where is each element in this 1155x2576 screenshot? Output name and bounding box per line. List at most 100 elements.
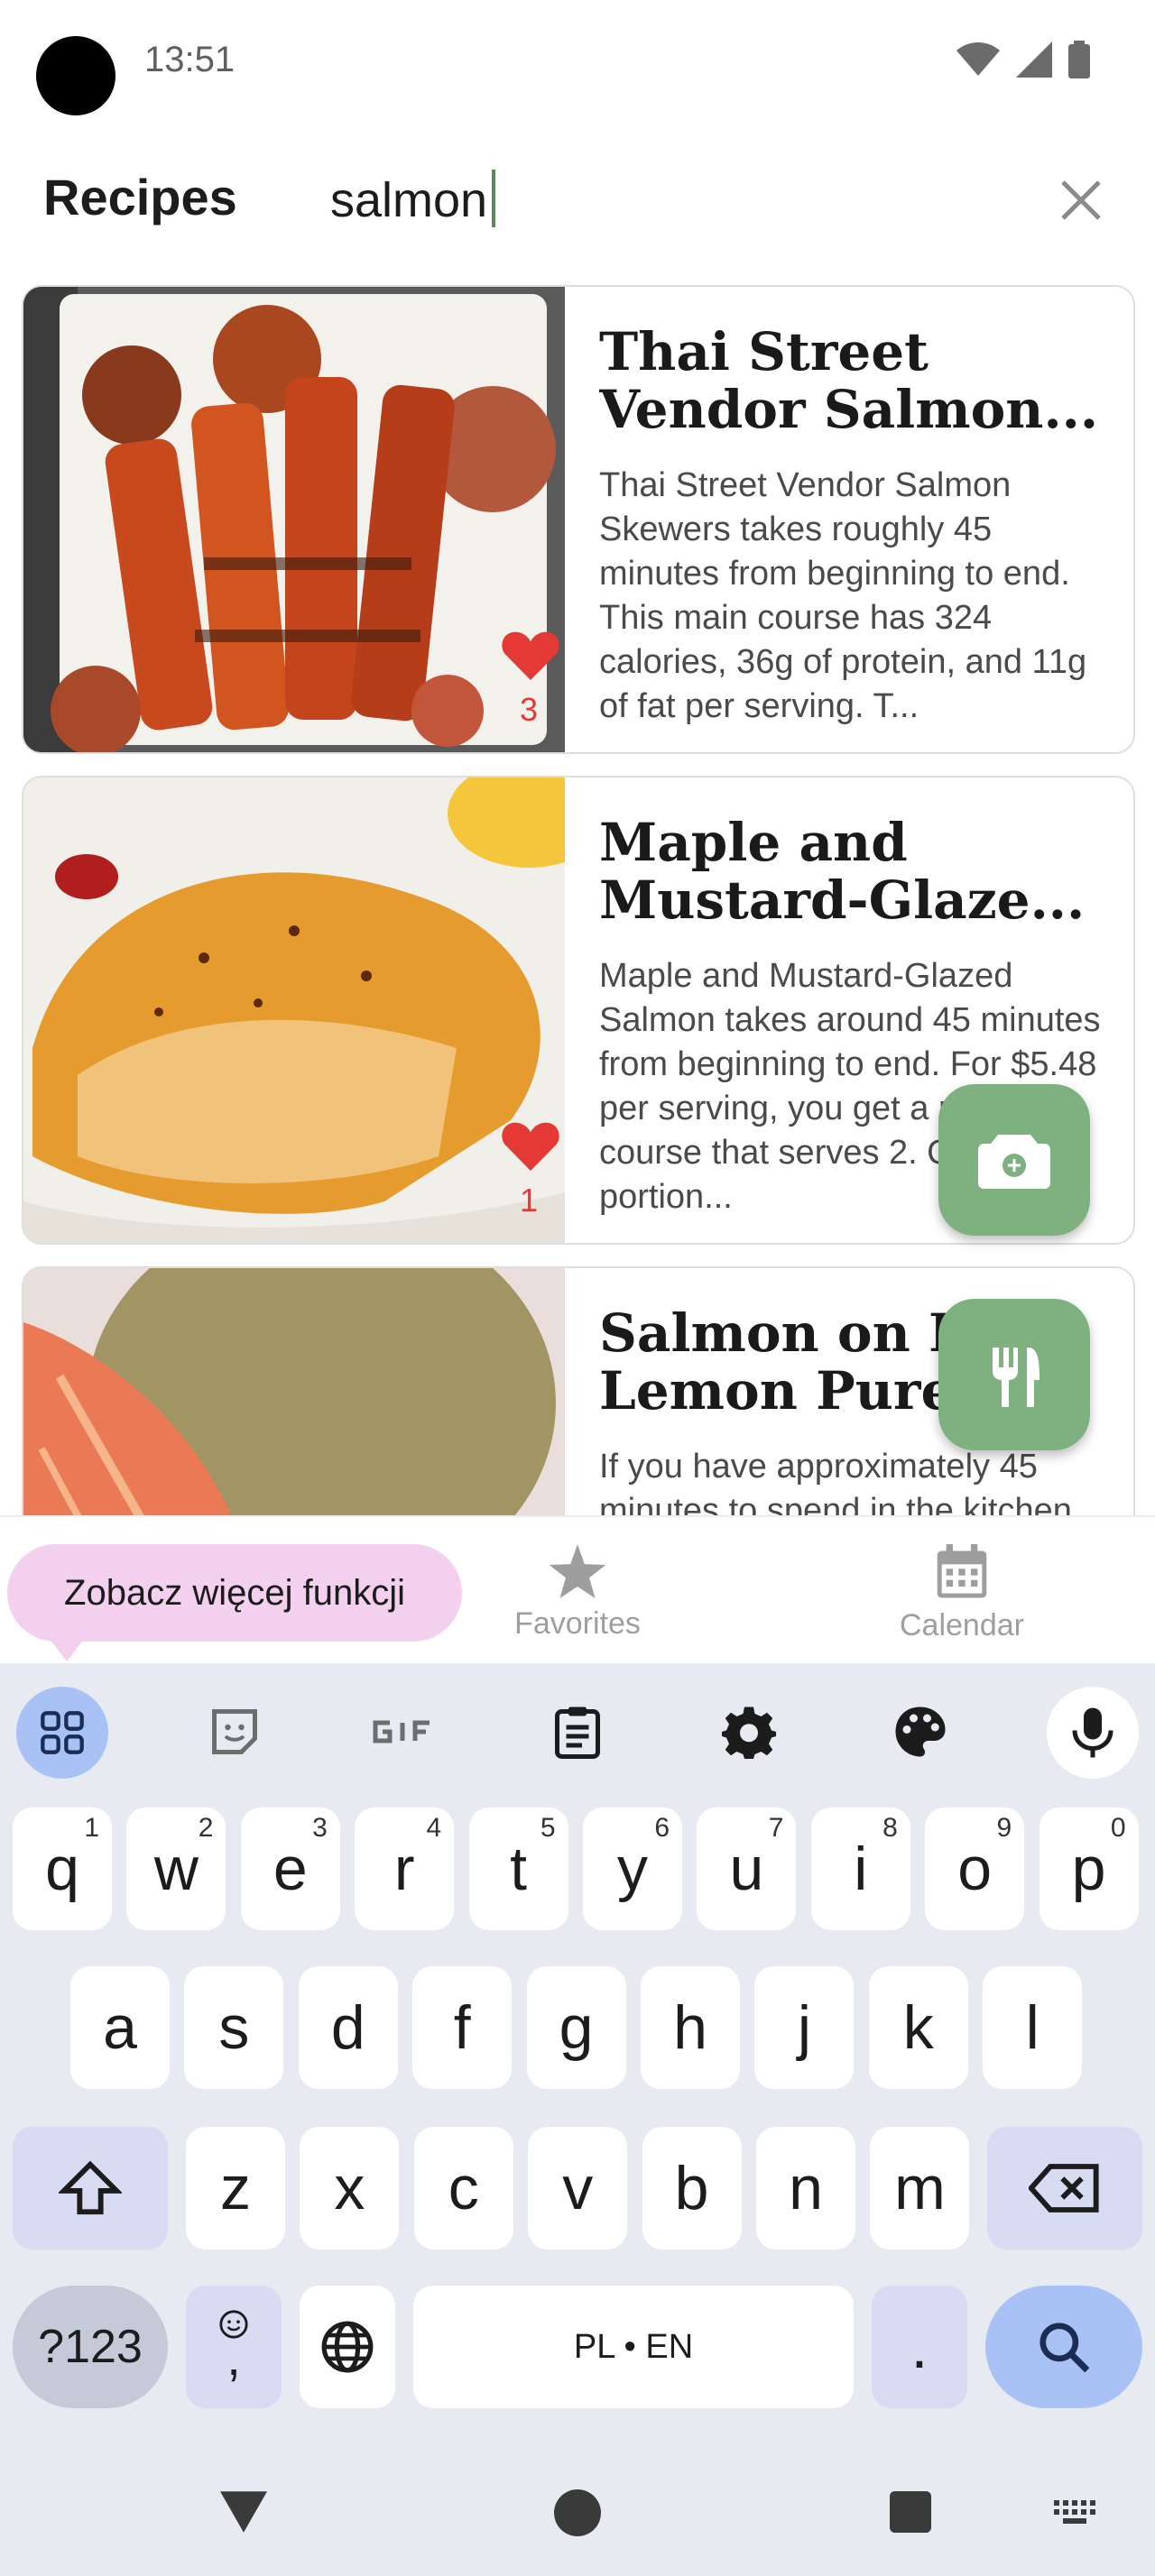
- nav-item-favorites[interactable]: Favorites: [487, 1544, 668, 1642]
- gif-button[interactable]: [361, 1687, 451, 1777]
- symbols-key[interactable]: ?123: [13, 2286, 168, 2408]
- back-icon[interactable]: [220, 2491, 267, 2533]
- battery-icon: [1068, 41, 1090, 78]
- key-hint: 5: [540, 1813, 556, 1843]
- key-b[interactable]: b: [642, 2127, 742, 2249]
- voice-input-button[interactable]: [1047, 1687, 1139, 1779]
- heart-icon[interactable]: [502, 630, 559, 680]
- key-i[interactable]: i8: [810, 1808, 910, 1930]
- nav-label-favorites: Favorites: [514, 1606, 641, 1641]
- backspace-key[interactable]: [987, 2127, 1142, 2249]
- key-label: e: [273, 1835, 308, 1903]
- favorite-count: 1: [520, 1182, 539, 1219]
- status-icons: [956, 40, 1090, 79]
- recipe-description: If you have approximately 45 minutes to …: [599, 1448, 1101, 1515]
- key-hint: 4: [426, 1813, 442, 1843]
- favorite-count: 3: [520, 691, 539, 728]
- gear-icon: [722, 1707, 776, 1759]
- key-c[interactable]: c: [413, 2127, 513, 2249]
- key-t[interactable]: t5: [468, 1808, 568, 1930]
- key-p[interactable]: p0: [1039, 1808, 1139, 1930]
- clear-search-icon[interactable]: [1054, 173, 1108, 227]
- signal-icon: [1016, 41, 1052, 78]
- wifi-icon: [956, 42, 1000, 76]
- sticker-icon: [212, 1709, 257, 1754]
- keyboard-switch-icon[interactable]: [1054, 2500, 1101, 2525]
- key-e[interactable]: e3: [240, 1808, 340, 1930]
- search-key[interactable]: [985, 2286, 1142, 2408]
- backspace-icon: [1029, 2164, 1099, 2213]
- apps-grid-icon: [41, 1711, 84, 1754]
- key-z[interactable]: z: [186, 2127, 285, 2249]
- soft-keyboard: [0, 1663, 1155, 2576]
- key-hint: 8: [882, 1813, 898, 1843]
- theme-button[interactable]: [875, 1687, 966, 1777]
- key-hint: 1: [84, 1813, 99, 1843]
- keyboard-tooltip: Zobacz więcej funkcji: [7, 1544, 462, 1642]
- recipe-image-salmon-skewers: [23, 287, 565, 752]
- home-icon[interactable]: [554, 2489, 601, 2536]
- search-icon: [1040, 2323, 1090, 2373]
- key-label: w: [153, 1835, 199, 1903]
- key-v[interactable]: v: [528, 2127, 628, 2249]
- key-r[interactable]: r4: [355, 1808, 455, 1930]
- key-q[interactable]: q1: [13, 1808, 112, 1930]
- calendar-icon: [937, 1544, 987, 1598]
- star-icon: [549, 1544, 606, 1598]
- key-o[interactable]: o9: [925, 1808, 1025, 1930]
- shift-key[interactable]: [13, 2127, 168, 2249]
- key-k[interactable]: k: [868, 1966, 968, 2089]
- recents-icon[interactable]: [890, 2491, 931, 2533]
- space-key[interactable]: PL • EN: [413, 2286, 854, 2408]
- key-hint: 0: [1110, 1813, 1126, 1843]
- recipe-title: Thai Street Vendor Salmon...: [599, 323, 1099, 438]
- key-hint: 2: [198, 1813, 214, 1843]
- recipe-description: Thai Street Vendor Salmon Skewers takes …: [599, 466, 1087, 725]
- globe-icon: [321, 2321, 374, 2373]
- language-key[interactable]: [300, 2286, 395, 2408]
- comma-label: ,: [226, 2329, 241, 2386]
- key-h[interactable]: h: [641, 1966, 740, 2089]
- key-hint: 3: [312, 1813, 328, 1843]
- key-x[interactable]: x: [300, 2127, 400, 2249]
- key-label: q: [45, 1835, 79, 1903]
- text-cursor: [492, 170, 495, 227]
- key-y[interactable]: y6: [583, 1808, 682, 1930]
- camera-cutout: [36, 36, 116, 115]
- add-recipe-button[interactable]: [938, 1299, 1090, 1450]
- page-title: Recipes: [43, 169, 237, 225]
- add-photo-button[interactable]: [938, 1084, 1090, 1236]
- key-f[interactable]: f: [412, 1966, 513, 2089]
- nav-item-calendar[interactable]: Calendar: [872, 1544, 1052, 1643]
- search-input[interactable]: [330, 164, 1016, 236]
- period-key[interactable]: .: [872, 2286, 967, 2408]
- emoji-comma-key[interactable]: ,: [186, 2286, 282, 2408]
- key-j[interactable]: j: [754, 1966, 855, 2089]
- recipe-title: Maple and Mustard-Glaze...: [599, 814, 1086, 929]
- utensils-icon: [993, 1348, 1040, 1407]
- key-hint: 6: [654, 1813, 670, 1843]
- key-u[interactable]: u7: [697, 1808, 797, 1930]
- key-s[interactable]: s: [184, 1966, 284, 2089]
- clipboard-button[interactable]: [532, 1687, 623, 1777]
- sticker-button[interactable]: [189, 1687, 280, 1777]
- key-n[interactable]: n: [756, 2127, 855, 2249]
- gif-icon: [373, 1720, 430, 1743]
- key-l[interactable]: l: [983, 1966, 1083, 2089]
- keyboard-apps-button[interactable]: [16, 1687, 108, 1779]
- key-w[interactable]: w2: [126, 1808, 226, 1930]
- heart-icon[interactable]: [502, 1120, 559, 1171]
- recipe-card[interactable]: 3 Thai Street Vendor Salmon... Thai Stre…: [22, 285, 1135, 754]
- key-a[interactable]: a: [70, 1966, 170, 2089]
- key-hint: 7: [768, 1813, 784, 1843]
- key-label: i: [854, 1835, 868, 1903]
- system-navigation-bar: [0, 2444, 1155, 2576]
- shift-icon: [59, 2160, 122, 2215]
- key-m[interactable]: m: [870, 2127, 970, 2249]
- key-g[interactable]: g: [526, 1966, 626, 2089]
- clipboard-icon: [555, 1707, 600, 1759]
- palette-icon: [895, 1707, 946, 1757]
- settings-button[interactable]: [704, 1687, 794, 1777]
- key-d[interactable]: d: [298, 1966, 398, 2089]
- status-time: 13:51: [144, 40, 236, 79]
